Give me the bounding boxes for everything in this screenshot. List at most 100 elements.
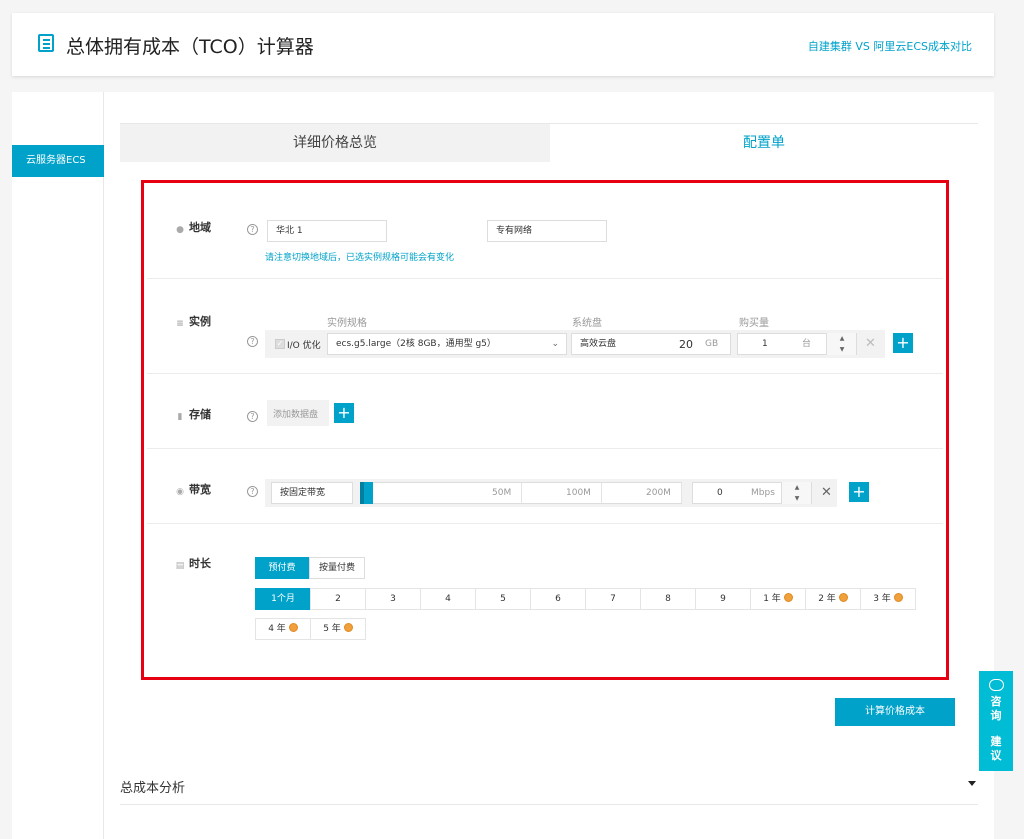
duration-option-label: 3 — [390, 594, 396, 604]
add-data-disk-button[interactable]: + — [334, 403, 354, 423]
quantity-stepper[interactable]: 1 台 ▲ ▼ — [737, 333, 857, 355]
instance-help-icon[interactable]: ? — [247, 336, 258, 347]
sidebar-item-ecs[interactable]: 云服务器ECS — [12, 145, 104, 177]
duration-option[interactable]: 6 — [530, 588, 586, 610]
tab-price-overview[interactable]: 详细价格总览 — [120, 124, 550, 162]
duration-option[interactable]: 2 年 — [805, 588, 861, 610]
instance-label: ≡ 实例 — [176, 315, 211, 329]
bandwidth-mark: 50M — [492, 488, 512, 498]
disk-size-value[interactable]: 20 — [679, 338, 693, 351]
close-icon[interactable]: ✕ — [821, 486, 832, 499]
stepper-up-icon: ▲ — [794, 484, 800, 491]
calculate-cost-button[interactable]: 计算价格成本 — [835, 698, 955, 726]
bandwidth-unit: Mbps — [751, 488, 775, 498]
layers-icon: ≡ — [176, 319, 184, 329]
instance-spec-select[interactable]: ecs.g5.large（2核 8GB，通用型 g5） ⌄ — [327, 333, 567, 355]
compare-cost-link[interactable]: 自建集群 VS 阿里云ECS成本对比 — [808, 38, 972, 54]
spec-column-header: 实例规格 — [327, 318, 367, 329]
gift-badge-icon — [893, 593, 903, 602]
bandwidth-value-stepper[interactable]: 0 Mbps ▲ ▼ — [692, 482, 812, 504]
bandwidth-help-icon[interactable]: ? — [247, 486, 258, 497]
duration-option[interactable]: 9 — [695, 588, 751, 610]
gift-badge-icon — [783, 593, 793, 602]
io-opt-label: I/O 优化 — [287, 341, 321, 351]
bandwidth-mark: 100M — [566, 488, 591, 498]
suggest-text[interactable]: 建议 — [979, 735, 1013, 763]
storage-section: ▮ 存储 ? 添加数据盘 + — [147, 374, 943, 449]
duration-option-label: 5 年 — [323, 624, 341, 634]
stepper-up-icon: ▲ — [839, 335, 845, 342]
add-instance-button[interactable]: + — [893, 333, 913, 353]
pay-as-you-go-button[interactable]: 按量付费 — [309, 557, 365, 579]
add-bandwidth-button[interactable]: + — [849, 482, 869, 502]
network-type-select[interactable]: 专有网络 — [487, 220, 607, 242]
quantity-stepper-buttons[interactable]: ▲ ▼ — [826, 333, 856, 355]
duration-option-label: 4 — [445, 594, 451, 604]
config-highlight-frame: ● 地域 ? 华北 1 专有网络 请注意切换地域后，已选实例规格可能会有变化 ≡ 实… — [141, 180, 949, 680]
duration-option-label: 2 年 — [818, 594, 836, 604]
duration-option[interactable]: 7 — [585, 588, 641, 610]
chat-bubble-icon — [989, 679, 1004, 691]
database-icon: ▮ — [177, 412, 183, 422]
close-icon[interactable]: ✕ — [865, 337, 876, 350]
duration-option[interactable]: 5 年 — [310, 618, 366, 640]
gift-badge-icon — [343, 623, 353, 632]
calendar-icon: ▤ — [175, 561, 185, 571]
duration-option[interactable]: 1 年 — [750, 588, 806, 610]
cost-analysis-label: 总成本分析 — [120, 781, 186, 796]
feedback-float-panel[interactable]: 咨询 建议 — [979, 671, 1013, 771]
instance-section: ≡ 实例 实例规格 系统盘 购买量 ? ✓ I/O 优化 ecs.g5.large… — [147, 279, 943, 374]
duration-section: ▤ 时长 预付费 按量付费 1个月 2 3 4 5 6 7 8 9 1 年 2 年 3 年 4 年 5 年 — [147, 524, 943, 674]
bandwidth-stepper-buttons[interactable]: ▲ ▼ — [781, 482, 811, 504]
bandwidth-mark: 200M — [646, 488, 671, 498]
duration-option[interactable]: 1个月 — [255, 588, 311, 610]
region-hint: 请注意切换地域后，已选实例规格可能会有变化 — [265, 253, 455, 263]
config-form: ● 地域 ? 华北 1 专有网络 请注意切换地域后，已选实例规格可能会有变化 ≡ 实… — [147, 186, 943, 674]
qty-column-header: 购买量 — [739, 318, 769, 329]
region-section: ● 地域 ? 华北 1 专有网络 请注意切换地域后，已选实例规格可能会有变化 — [147, 186, 943, 279]
instance-row: ✓ I/O 优化 ecs.g5.large（2核 8GB，通用型 g5） ⌄ 高效… — [265, 330, 885, 358]
duration-label: ▤ 时长 — [175, 557, 211, 571]
add-disk-field[interactable]: 添加数据盘 — [267, 400, 329, 426]
sidebar: 云服务器ECS — [12, 92, 104, 839]
consult-text[interactable]: 咨询 — [979, 695, 1013, 723]
io-opt-checkbox[interactable]: ✓ — [275, 339, 285, 349]
bandwidth-slider-handle[interactable] — [360, 482, 373, 504]
bandwidth-type-select[interactable]: 按固定带宽 — [271, 482, 353, 504]
bandwidth-slider[interactable]: 50M 100M 200M — [360, 482, 682, 504]
duration-option[interactable]: 3 — [365, 588, 421, 610]
region-help-icon[interactable]: ? — [247, 224, 258, 235]
add-disk-label: 添加数据盘 — [273, 410, 319, 420]
duration-option[interactable]: 3 年 — [860, 588, 916, 610]
region-select[interactable]: 华北 1 — [267, 220, 387, 242]
chevron-down-icon: ⌄ — [551, 339, 559, 349]
duration-option-label: 1 年 — [763, 594, 781, 604]
duration-option[interactable]: 5 — [475, 588, 531, 610]
duration-option[interactable]: 4 年 — [255, 618, 311, 640]
location-pin-icon: ● — [176, 225, 184, 235]
duration-option[interactable]: 4 — [420, 588, 476, 610]
page-header: 总体拥有成本（TCO）计算器 自建集群 VS 阿里云ECS成本对比 — [12, 13, 994, 76]
bandwidth-label: ◉ 带宽 — [176, 483, 211, 497]
stepper-down-icon: ▼ — [839, 346, 845, 353]
duration-option-label: 4 年 — [268, 624, 286, 634]
storage-label: ▮ 存储 — [175, 406, 211, 422]
caret-down-icon — [968, 781, 976, 786]
gift-badge-icon — [838, 593, 848, 602]
duration-option-label: 8 — [665, 594, 671, 604]
page-title: 总体拥有成本（TCO）计算器 — [66, 36, 314, 58]
bandwidth-row: 按固定带宽 50M 100M 200M 0 Mbps ▲ ▼ ✕ — [265, 479, 837, 507]
stepper-down-icon: ▼ — [794, 495, 800, 502]
storage-help-icon[interactable]: ? — [247, 411, 258, 422]
duration-option-label: 5 — [500, 594, 506, 604]
prepaid-button[interactable]: 预付费 — [255, 557, 309, 579]
tab-config-list[interactable]: 配置单 — [550, 124, 978, 162]
gift-badge-icon — [288, 623, 298, 632]
duration-option-label: 2 — [335, 594, 341, 604]
tab-bar: 详细价格总览 配置单 — [120, 123, 978, 162]
duration-option[interactable]: 8 — [640, 588, 696, 610]
duration-option[interactable]: 2 — [310, 588, 366, 610]
cost-analysis-panel[interactable]: 总成本分析 — [120, 768, 978, 805]
signal-icon: ◉ — [176, 487, 184, 497]
bandwidth-section: ◉ 带宽 ? 按固定带宽 50M 100M 200M 0 Mbps ▲ ▼ ✕ … — [147, 449, 943, 524]
